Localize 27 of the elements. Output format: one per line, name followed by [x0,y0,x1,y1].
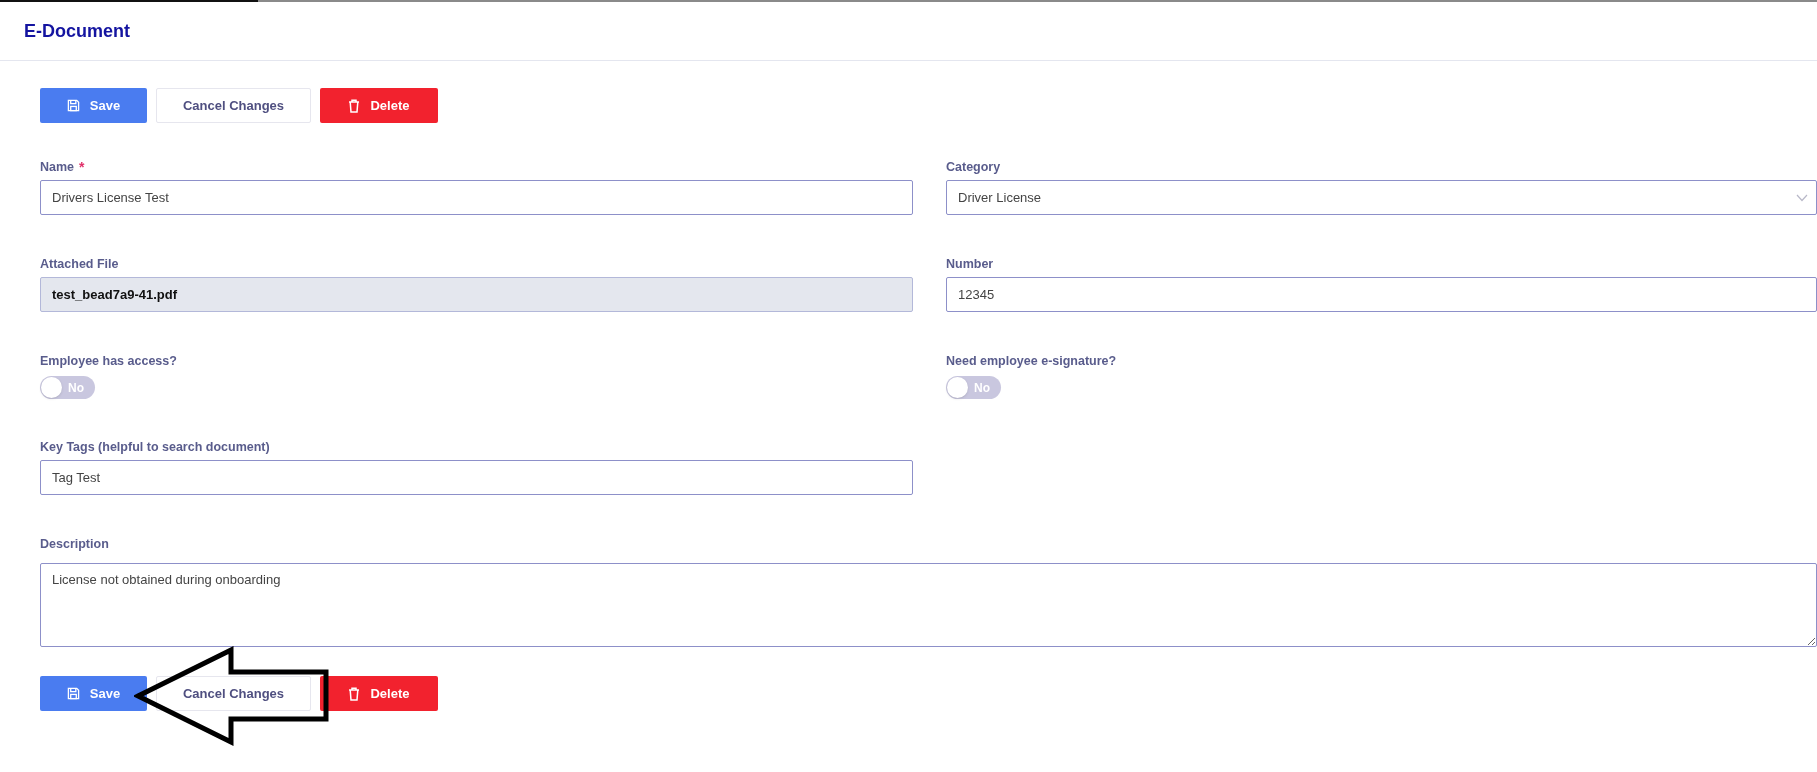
field-label: Description [40,536,110,553]
description-field[interactable]: License not obtained during onboarding [40,563,1817,647]
file-field[interactable]: test_bead7a9-41.pdf [40,277,913,312]
cancel-button[interactable]: Cancel Changes [156,676,311,711]
input-field[interactable]: Drivers License Test [40,180,913,215]
input-field[interactable]: Tag Test [40,460,913,495]
save-button[interactable]: Save [40,676,147,711]
field-label: Category [946,159,1002,176]
field-label: Employee has access? [40,353,178,370]
delete-button[interactable]: Delete [320,88,438,123]
cancel-button[interactable]: Cancel Changes [156,88,311,123]
field-label: Need employee e-signature? [946,353,1118,370]
delete-button[interactable]: Delete [320,676,438,711]
trash-icon [348,686,361,701]
save-icon [66,99,80,112]
save-icon [66,687,80,700]
trash-icon [348,98,361,113]
field-label: Key Tags (helpful to search document) [40,439,271,456]
chevron-down-icon [1796,193,1808,202]
save-button[interactable]: Save [40,88,147,123]
field-label: Number [946,256,995,273]
required-asterisk: * [79,158,85,177]
field-label: Attached File [40,256,120,273]
field-label: Name [40,159,75,176]
page-title: E-Document [24,19,130,43]
select-field[interactable]: Driver License [946,180,1817,215]
input-field[interactable]: 12345 [946,277,1817,312]
